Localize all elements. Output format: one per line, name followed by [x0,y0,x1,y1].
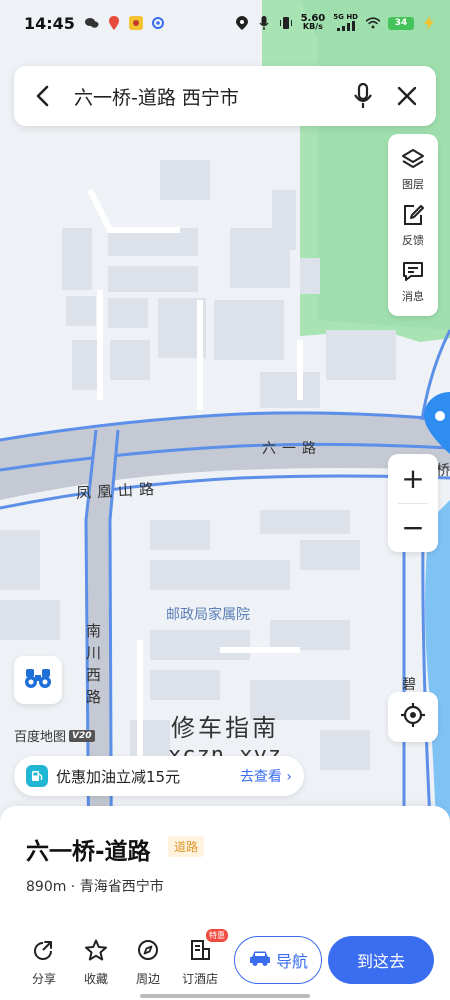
microphone-status-icon [257,16,271,30]
search-bar[interactable]: 六一桥-道路 西宁市 [14,66,436,126]
wifi-icon [366,16,380,30]
feedback-button[interactable]: 反馈 [388,198,438,254]
status-bar: 14:45 5.60 KB/s 5G HD 34 [0,0,450,46]
place-type-tag: 道路 [168,836,205,857]
promo-text: 优惠加油立减15元 [56,767,181,786]
map-logo-text: 百度地图 [14,730,67,745]
status-time: 14:45 [24,13,75,33]
message-icon [402,260,424,286]
favorite-label: 收藏 [83,972,108,986]
zoom-out-button[interactable]: − [388,504,438,553]
signal-strength: 5G HD [333,13,358,33]
road-label-liuyi: 六一路 [262,441,322,457]
charging-icon [422,16,436,30]
share-label: 分享 [31,972,56,986]
fuel-pump-icon [26,765,48,787]
voice-search-icon[interactable] [348,81,378,111]
poi-label-postal[interactable]: 邮政局家属院 [166,604,250,624]
messages-button[interactable]: 消息 [388,254,438,310]
compass-icon [137,939,159,965]
messages-label: 消息 [402,290,424,303]
vibrate-status-icon [279,16,293,30]
map-logo: 百度地图 V20 [14,726,95,745]
my-location-button[interactable] [388,692,438,742]
back-arrow-icon[interactable] [28,82,56,110]
car-icon [248,949,272,971]
nearby-label: 周边 [135,972,160,986]
navigate-button[interactable]: 导航 [234,936,322,984]
net-speed: 5.60 KB/s [300,13,326,31]
hotel-discount-badge: 特惠 [206,929,228,942]
place-detail-card: 六一桥-道路 道路 890m · 青海省西宁市 分享 收藏 周边 特惠 订酒店 … [0,806,450,1000]
favorite-button[interactable]: 收藏 [70,939,122,987]
zoom-controls: + − [388,454,438,552]
settings-notification-icon [151,16,165,30]
map-label-qiao: 桥 [436,463,450,479]
battery-indicator: 34 [388,16,414,30]
layers-icon [401,148,425,174]
map-version-badge: V20 [69,729,95,742]
nearby-button[interactable]: 周边 [122,939,174,987]
zoom-in-button[interactable]: + [388,454,438,503]
navigate-label: 导航 [275,952,308,971]
road-label-fenghuangshan: 凤凰山路 [75,479,161,503]
home-indicator[interactable] [140,994,310,998]
promo-view-link[interactable]: 去查看 › [240,766,292,786]
app-notification-icon [128,16,143,30]
edit-icon [402,204,424,230]
watermark-line1: 修车指南 [170,714,279,742]
feedback-label: 反馈 [402,234,424,247]
road-label-nanchuan-west: 南 川 西 路 [86,622,102,706]
panorama-button[interactable] [14,656,62,704]
wechat-icon [84,16,99,30]
map-pin-notification-icon [107,16,121,30]
hotel-icon [189,939,211,965]
binoculars-icon [23,666,53,694]
go-here-button[interactable]: 到这去 [328,936,434,984]
place-distance-address: 890m · 青海省西宁市 [26,879,164,895]
map-tool-panel: 图层 反馈 消息 [388,134,438,316]
location-status-icon [235,16,249,30]
layers-label: 图层 [402,178,424,191]
action-bar: 分享 收藏 周边 特惠 订酒店 导航 到这去 [0,929,450,996]
share-button[interactable]: 分享 [18,939,70,987]
fuel-promo-banner[interactable]: 优惠加油立减15元 去查看 › [14,756,304,796]
share-icon [33,939,55,965]
layers-button[interactable]: 图层 [388,142,438,198]
star-icon [84,939,108,965]
crosshair-icon [400,702,426,732]
search-query-text[interactable]: 六一桥-道路 西宁市 [74,83,334,110]
map-label-bi: 碧 [402,677,416,693]
hotel-label: 订酒店 [181,972,218,986]
place-name: 六一桥-道路 [26,839,151,865]
close-icon[interactable] [392,81,422,111]
hotel-button[interactable]: 特惠 订酒店 [174,929,228,987]
